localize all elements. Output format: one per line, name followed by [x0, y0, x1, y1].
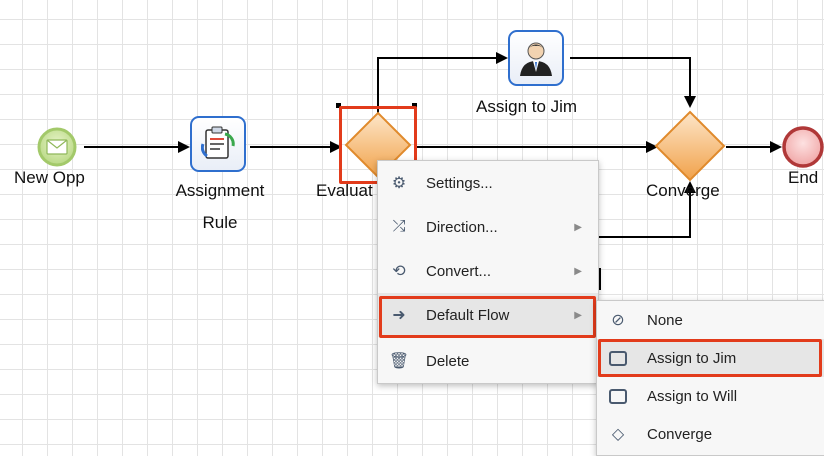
- evaluate-label: Evaluat: [316, 181, 373, 200]
- assign-to-jim-task[interactable]: [508, 30, 564, 86]
- converge-gateway[interactable]: [654, 110, 726, 182]
- gear-icon: ⚙: [391, 175, 407, 192]
- submenu-item-none-label: None: [647, 311, 683, 329]
- menu-item-direction[interactable]: ⤮ Direction... ▶: [378, 205, 598, 249]
- user-icon: [520, 42, 552, 76]
- converge-label: Converge: [646, 181, 720, 200]
- menu-item-settings-label: Settings...: [426, 174, 493, 192]
- submenu-arrow-icon: ▶: [574, 221, 582, 233]
- submenu-item-assign-will-label: Assign to Will: [647, 387, 738, 405]
- assignment-label-line1: Assignment: [175, 181, 265, 200]
- start-label: New Opp: [14, 168, 85, 187]
- submenu-item-converge[interactable]: ◇ Converge: [597, 415, 824, 453]
- task-icon: [607, 385, 629, 407]
- assignment-rule-task[interactable]: [190, 116, 246, 172]
- submenu-item-converge-label: Converge: [647, 425, 713, 443]
- assign-jim-highlight: [598, 339, 822, 377]
- menu-item-convert-label: Convert...: [426, 262, 492, 280]
- assignment-label-line2: Rule: [202, 213, 238, 232]
- trash-icon: 🗑: [388, 353, 410, 370]
- end-event[interactable]: [782, 126, 824, 168]
- submenu-item-assign-will[interactable]: Assign to Will: [597, 377, 824, 415]
- menu-item-convert[interactable]: ⟲ Convert... ▶: [378, 249, 598, 293]
- none-icon: ⊘: [611, 312, 625, 329]
- end-label: End: [788, 168, 819, 187]
- menu-item-delete-label: Delete: [426, 352, 470, 370]
- shuffle-icon: ⤮: [392, 218, 406, 235]
- gateway-icon: ◇: [611, 426, 625, 443]
- default-flow-submenu: ⊘ None Assign to Jim Assign to Will ◇ Co…: [596, 300, 824, 456]
- context-menu: ⚙ Settings... ⤮ Direction... ▶ ⟲ Convert…: [377, 160, 599, 384]
- menu-item-direction-label: Direction...: [426, 218, 498, 236]
- assign-jim-label: Assign to Jim: [476, 97, 578, 116]
- default-flow-highlight: [379, 296, 596, 338]
- clipboard-icon: [201, 126, 235, 159]
- menu-item-settings[interactable]: ⚙ Settings...: [378, 161, 598, 205]
- flow-jim-converge: [570, 57, 696, 108]
- submenu-item-none[interactable]: ⊘ None: [597, 301, 824, 339]
- menu-item-delete[interactable]: 🗑 Delete: [378, 339, 598, 383]
- submenu-arrow-icon: ▶: [574, 265, 582, 277]
- convert-icon: ⟲: [392, 263, 406, 280]
- start-event[interactable]: [37, 127, 77, 167]
